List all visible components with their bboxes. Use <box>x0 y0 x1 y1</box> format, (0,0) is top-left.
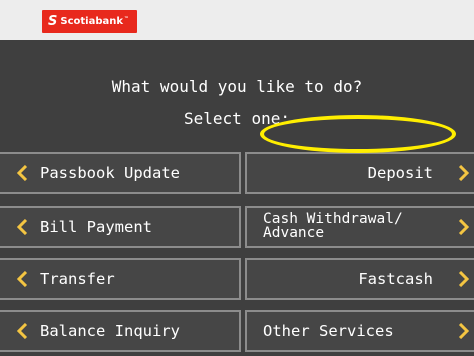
cash-withdrawal-advance-label: Cash Withdrawal/ Advance <box>263 212 403 241</box>
cash-withdrawal-advance-button[interactable]: Cash Withdrawal/ Advance <box>245 206 474 248</box>
other-services-label: Other Services <box>263 322 394 340</box>
chevron-left-icon <box>17 271 28 287</box>
prompt-subtitle: Select one: <box>184 109 290 128</box>
trademark-symbol: ™ <box>124 15 130 22</box>
passbook-update-label: Passbook Update <box>40 164 180 182</box>
balance-inquiry-button[interactable]: Balance Inquiry <box>0 310 241 352</box>
scotiabank-s-icon: S <box>48 14 58 29</box>
transfer-button[interactable]: Transfer <box>0 258 241 300</box>
balance-inquiry-label: Balance Inquiry <box>40 322 180 340</box>
passbook-update-button[interactable]: Passbook Update <box>0 152 241 194</box>
fastcash-label: Fastcash <box>358 270 433 288</box>
brand-name: Scotiabank <box>60 16 124 27</box>
deposit-button[interactable]: Deposit <box>245 152 474 194</box>
chevron-right-icon <box>458 271 469 287</box>
header-bar: S Scotiabank ™ <box>0 0 474 40</box>
chevron-right-icon <box>458 323 469 339</box>
bill-payment-label: Bill Payment <box>40 218 152 236</box>
scotiabank-logo: S Scotiabank ™ <box>42 10 138 33</box>
other-services-button[interactable]: Other Services <box>245 310 474 352</box>
transfer-label: Transfer <box>40 270 115 288</box>
atm-screen: What would you like to do? Select one: <box>0 40 474 356</box>
cash-withdrawal-line2: Advance <box>263 225 325 241</box>
prompt-title: What would you like to do? <box>111 77 363 96</box>
deposit-label: Deposit <box>367 164 433 182</box>
chevron-left-icon <box>17 219 28 235</box>
chevron-left-icon <box>17 165 28 181</box>
chevron-right-icon <box>458 219 469 235</box>
chevron-left-icon <box>17 323 28 339</box>
fastcash-button[interactable]: Fastcash <box>245 258 474 300</box>
chevron-right-icon <box>458 165 469 181</box>
bill-payment-button[interactable]: Bill Payment <box>0 206 241 248</box>
